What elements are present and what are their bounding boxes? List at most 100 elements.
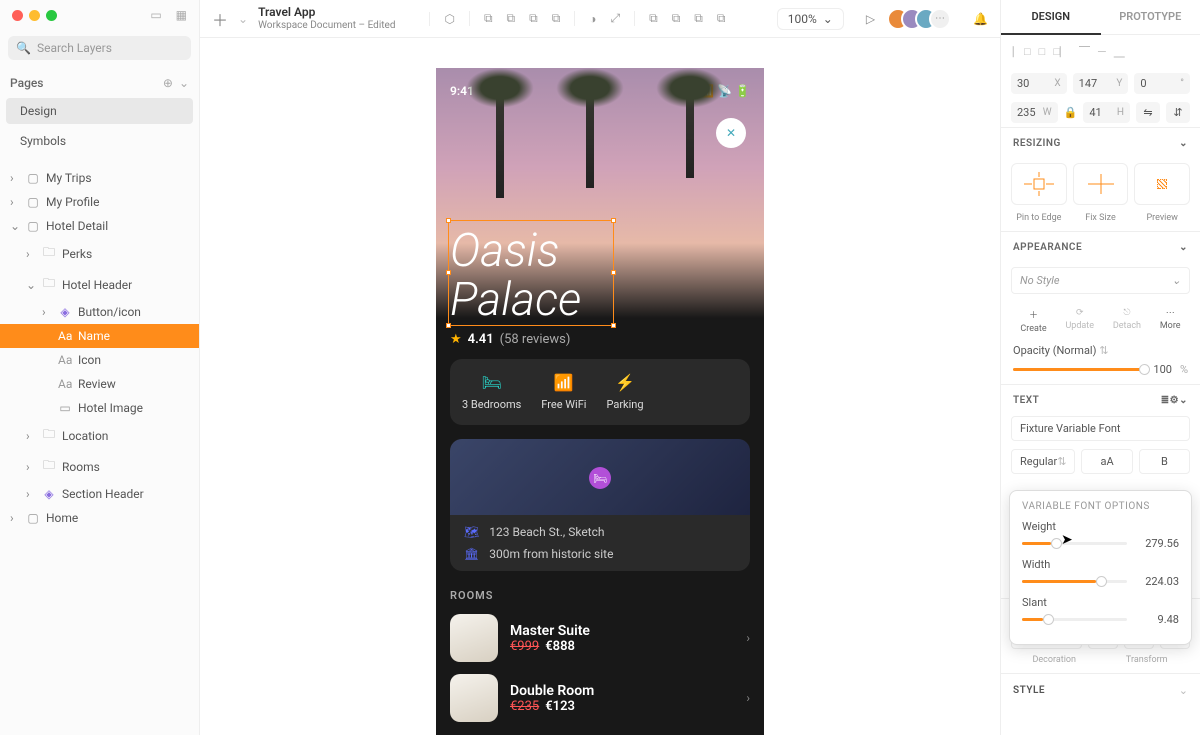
height-input[interactable]: 41H — [1083, 102, 1130, 123]
y-input[interactable]: 147Y — [1073, 73, 1129, 94]
align-left-icon[interactable]: ⎸□ — [1013, 45, 1031, 59]
vf-slant-slider[interactable] — [1022, 618, 1127, 621]
search-placeholder: Search Layers — [37, 41, 112, 55]
union-icon[interactable]: ⧉ — [484, 11, 493, 26]
front-icon[interactable]: ⧉ — [694, 11, 703, 26]
flip-h-icon[interactable]: ⇋ — [1136, 102, 1160, 123]
rooms-header: ROOMS — [450, 589, 750, 602]
more-action[interactable]: ⋯More — [1160, 308, 1181, 334]
gear-icon[interactable]: ⚙ — [1170, 395, 1179, 406]
chevron-down-icon[interactable]: ⌄ — [1179, 684, 1188, 697]
layer-rooms[interactable]: ›🗀Rooms — [0, 451, 199, 482]
font-style-select[interactable]: Regular⇅ — [1011, 449, 1075, 474]
search-layers-input[interactable]: 🔍 Search Layers — [8, 36, 191, 60]
layer-my-trips[interactable]: ›▢My Trips — [0, 166, 199, 190]
artboard-hotel-detail[interactable]: 9:41 📶 📡 🔋 ✕ Oasis Palace ★ 4.41 — [436, 68, 764, 735]
vf-width-slider[interactable] — [1022, 580, 1127, 583]
forward-icon[interactable]: ⧉ — [649, 11, 658, 26]
rating-value: 4.41 — [468, 332, 494, 347]
add-page-icon[interactable]: ⊕ — [163, 76, 173, 90]
map: 🛏 — [450, 439, 750, 515]
tab-prototype[interactable]: PROTOTYPE — [1101, 0, 1200, 35]
font-weight-icon[interactable]: B — [1139, 449, 1190, 474]
chevron-down-icon[interactable]: ⌄ — [1179, 242, 1188, 253]
mask-icon[interactable]: ◑ — [589, 12, 596, 26]
maximize-window-icon[interactable] — [46, 10, 57, 21]
bed-icon: 🛏 — [481, 373, 501, 392]
rot-value: 0 — [1140, 77, 1146, 90]
x-input[interactable]: 30X — [1011, 73, 1067, 94]
font-family-select[interactable]: Fixture Variable Font — [1011, 416, 1190, 441]
canvas[interactable]: 9:41 📶 📡 🔋 ✕ Oasis Palace ★ 4.41 — [200, 38, 1000, 735]
align-bottom-icon[interactable]: ⎽ — [1114, 45, 1125, 59]
layer-my-profile[interactable]: ›▢My Profile — [0, 190, 199, 214]
align-top-icon[interactable]: ⎺ — [1079, 45, 1090, 59]
backward-icon[interactable]: ⧉ — [672, 11, 681, 26]
room-row[interactable]: Double Room €235€123 › — [450, 674, 750, 722]
width-input[interactable]: 235W — [1011, 102, 1058, 123]
layer-hotel-header[interactable]: ⌄🗀Hotel Header — [0, 269, 199, 300]
sidebar-grid-icon[interactable]: ▦ — [176, 8, 187, 22]
page-item-design[interactable]: Design — [6, 98, 193, 124]
difference-icon[interactable]: ⧉ — [552, 11, 561, 26]
layer-section-header[interactable]: ›◈Section Header — [0, 482, 199, 506]
zoom-control[interactable]: 100%⌄ — [777, 8, 844, 30]
pin-to-edge-control[interactable] — [1011, 163, 1067, 205]
layers-icon[interactable]: ≣ — [1161, 395, 1170, 406]
insert-icon[interactable]: ＋ — [212, 7, 228, 31]
close-button[interactable]: ✕ — [716, 118, 746, 148]
scale-icon[interactable]: ⤢ — [611, 11, 621, 26]
rotation-input[interactable]: 0° — [1134, 73, 1190, 94]
fix-size-control[interactable] — [1073, 163, 1129, 205]
more-icon: ⋯ — [1166, 308, 1175, 318]
layer-home[interactable]: ›▢Home — [0, 506, 199, 530]
vf-weight-slider[interactable] — [1022, 542, 1127, 545]
room-old-price: €999 — [510, 639, 539, 654]
layer-button-icon[interactable]: ›◈Button/icon — [0, 300, 199, 324]
room-old-price: €235 — [510, 699, 539, 714]
chevron-down-icon[interactable]: ⌄ — [1179, 395, 1188, 406]
align-right-icon[interactable]: □⎸ — [1053, 45, 1071, 59]
opacity-slider[interactable] — [1013, 368, 1145, 371]
preview-control[interactable] — [1134, 163, 1190, 205]
tab-design[interactable]: DESIGN — [1001, 0, 1101, 35]
bell-icon[interactable]: 🔔 — [973, 12, 988, 26]
layer-review[interactable]: AaReview — [0, 372, 199, 396]
x-value: 30 — [1017, 77, 1029, 90]
align-middle-icon[interactable]: ─ — [1098, 45, 1106, 59]
pages-chevron-icon[interactable]: ⌄ — [179, 76, 189, 90]
intersect-icon[interactable]: ⧉ — [529, 11, 538, 26]
layer-hotel-detail[interactable]: ⌄▢Hotel Detail — [0, 214, 199, 238]
font-style-value: Regular — [1020, 455, 1057, 468]
text-options-icon[interactable]: aA — [1081, 449, 1132, 474]
component-icon[interactable]: ⬡ — [444, 12, 454, 26]
selection-box[interactable] — [448, 220, 614, 326]
chevron-down-icon[interactable]: ⌄ — [1179, 138, 1188, 149]
align-center-icon[interactable]: □ — [1039, 45, 1046, 59]
document-title[interactable]: Travel App Workspace Document – Edited — [258, 6, 395, 30]
collaborator-avatars[interactable]: ⋯ — [895, 8, 951, 30]
layer-name[interactable]: AaName — [0, 324, 199, 348]
subtract-icon[interactable]: ⧉ — [507, 11, 516, 26]
back-icon[interactable]: ⧉ — [717, 11, 726, 26]
room-row[interactable]: Master Suite €999€888 › — [450, 614, 750, 662]
create-action[interactable]: ＋Create — [1020, 308, 1046, 334]
page-item-symbols[interactable]: Symbols — [6, 128, 193, 154]
flip-v-icon[interactable]: ⇵ — [1166, 102, 1190, 123]
layer-label: Hotel Image — [78, 401, 143, 415]
layer-perks[interactable]: ›🗀Perks — [0, 238, 199, 269]
style-select[interactable]: No Style⌄ — [1011, 267, 1190, 294]
layer-icon[interactable]: AaIcon — [0, 348, 199, 372]
vf-weight-value: 279.56 — [1135, 537, 1179, 550]
insert-chevron-icon[interactable]: ⌄ — [238, 12, 248, 26]
minimize-window-icon[interactable] — [29, 10, 40, 21]
lock-icon[interactable]: 🔒 — [1064, 106, 1078, 119]
close-window-icon[interactable] — [12, 10, 23, 21]
sidebar-layout-icon[interactable]: ▭ — [150, 8, 161, 22]
layer-hotel-image[interactable]: ▭Hotel Image — [0, 396, 199, 420]
layer-location[interactable]: ›🗀Location — [0, 420, 199, 451]
feature-label: Parking — [606, 398, 643, 411]
play-icon[interactable]: ▷ — [866, 12, 875, 26]
pages-title: Pages — [10, 76, 43, 90]
room-thumb — [450, 614, 498, 662]
